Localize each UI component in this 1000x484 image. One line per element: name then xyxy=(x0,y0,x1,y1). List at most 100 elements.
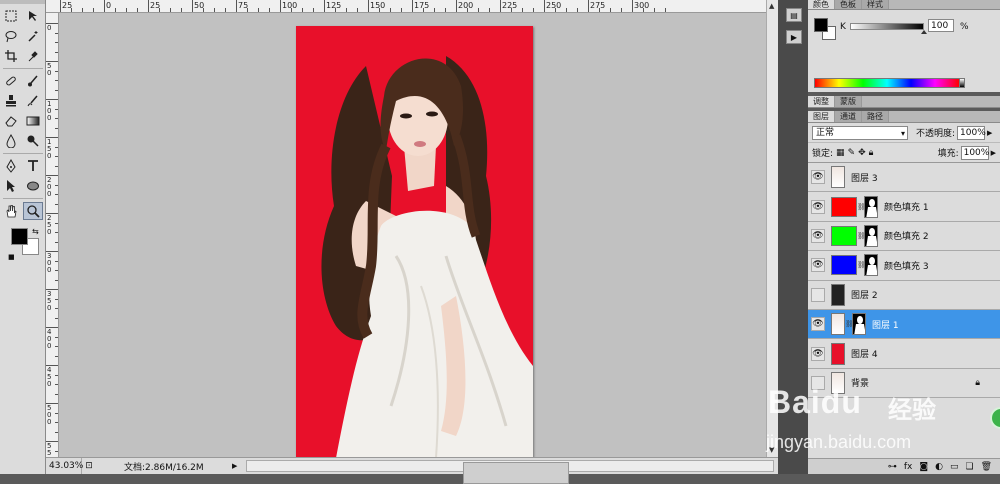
document-canvas-area[interactable] xyxy=(59,13,766,458)
fill-input[interactable]: 100% xyxy=(960,145,989,160)
visibility-eye-icon[interactable]: 👁︎ xyxy=(811,228,825,243)
zoom-preview-icon[interactable]: ⊡ xyxy=(82,461,96,471)
ruler-minor-tick xyxy=(55,108,58,110)
layer-row[interactable]: 👁︎ 图层 3 xyxy=(808,163,1000,193)
eraser-tool-icon[interactable] xyxy=(1,112,21,130)
opacity-input[interactable]: 100% xyxy=(957,125,986,140)
mask-link-icon[interactable]: ⛓︎ xyxy=(845,320,854,328)
k-value-input[interactable]: 100 xyxy=(928,19,954,32)
status-menu-arrow-icon[interactable]: ▶ xyxy=(232,462,242,470)
document-image[interactable] xyxy=(296,26,533,458)
clone-stamp-tool-icon[interactable] xyxy=(1,92,21,110)
dodge-tool-icon[interactable] xyxy=(23,132,43,150)
ruler-minor-tick xyxy=(71,8,72,12)
ruler-minor-tick xyxy=(610,8,611,12)
tab-styles[interactable]: 样式 xyxy=(862,0,889,9)
healing-brush-tool-icon[interactable] xyxy=(1,72,21,90)
crop-tool-icon[interactable] xyxy=(1,47,21,65)
tab-swatches[interactable]: 色板 xyxy=(835,0,862,9)
link-layers-icon[interactable]: ⊶ xyxy=(888,462,897,472)
ruler-minor-tick xyxy=(203,8,204,12)
layer-row[interactable]: 👁︎ ⛓︎ 图层 1 xyxy=(808,309,1000,340)
visibility-eye-icon[interactable] xyxy=(811,375,825,390)
lock-all-icon[interactable]: 🔒︎ xyxy=(869,148,874,158)
layer-style-icon[interactable]: fx xyxy=(904,462,913,472)
blend-mode-select[interactable]: 正常 xyxy=(812,125,908,140)
visibility-eye-icon[interactable]: 👁︎ xyxy=(811,199,825,214)
layer-mask-thumbnail[interactable] xyxy=(864,195,878,218)
horizontal-scroll-thumb[interactable] xyxy=(463,462,569,484)
lock-position-icon[interactable]: ✥ xyxy=(858,148,866,158)
history-brush-tool-icon[interactable] xyxy=(23,92,43,110)
marquee-tool-icon[interactable] xyxy=(1,7,21,25)
visibility-eye-icon[interactable]: 👁︎ xyxy=(811,170,825,185)
ruler-minor-tick xyxy=(55,203,58,205)
document-size-info[interactable]: 文档:2.86M/16.2M xyxy=(124,460,232,473)
path-selection-tool-icon[interactable] xyxy=(1,177,21,195)
new-group-icon[interactable]: ▭ xyxy=(950,462,959,472)
k-slider-thumb[interactable] xyxy=(921,30,927,34)
layer-row[interactable]: 👁︎ ⛓︎ 颜色填充 1 xyxy=(808,192,1000,222)
fill-arrow-icon[interactable]: ▶ xyxy=(991,149,996,157)
visibility-eye-icon[interactable]: 👁︎ xyxy=(811,346,825,361)
mask-link-icon[interactable]: ⛓︎ xyxy=(857,261,866,269)
visibility-eye-icon[interactable] xyxy=(811,287,825,302)
layer-row[interactable]: 👁︎ ⛓︎ 颜色填充 2 xyxy=(808,221,1000,252)
zoom-level[interactable]: 43.03% xyxy=(46,458,83,474)
add-mask-icon[interactable]: ◙ xyxy=(919,462,928,472)
new-layer-icon[interactable]: ❏ xyxy=(965,462,973,472)
lasso-tool-icon[interactable] xyxy=(1,27,21,45)
mask-link-icon[interactable]: ⛓︎ xyxy=(857,203,866,211)
swap-colors-icon[interactable]: ⇆ xyxy=(32,227,39,236)
tab-color[interactable]: 颜色 xyxy=(808,0,835,9)
k-channel-slider[interactable] xyxy=(850,23,924,30)
horizontal-scrollbar[interactable] xyxy=(246,460,774,484)
visibility-eye-icon[interactable]: 👁︎ xyxy=(811,317,825,332)
lock-pixels-icon[interactable]: ✎ xyxy=(848,148,856,158)
delete-layer-icon[interactable]: 🗑︎ xyxy=(981,462,992,472)
blur-tool-icon[interactable] xyxy=(1,132,21,150)
gradient-tool-icon[interactable] xyxy=(23,112,43,130)
ruler-minor-tick xyxy=(291,8,292,12)
tab-masks[interactable]: 蒙版 xyxy=(835,96,862,107)
black-white-ramp[interactable] xyxy=(959,78,965,88)
layer-row[interactable]: 👁︎ 图层 4 xyxy=(808,339,1000,369)
tab-paths[interactable]: 路径 xyxy=(862,111,889,122)
magic-wand-tool-icon[interactable] xyxy=(23,27,43,45)
foreground-color-swatch[interactable] xyxy=(11,228,28,245)
brush-tool-icon[interactable] xyxy=(23,72,43,90)
layer-mask-thumbnail[interactable] xyxy=(864,254,878,277)
layer-mask-thumbnail[interactable] xyxy=(852,313,866,336)
ruler-minor-tick xyxy=(55,346,58,347)
tab-adjustments[interactable]: 调整 xyxy=(808,96,835,107)
zoom-tool-icon[interactable] xyxy=(23,202,43,220)
panel-foreground-swatch[interactable] xyxy=(814,18,828,32)
scroll-up-arrow-icon[interactable]: ▲ xyxy=(769,2,774,10)
adjustment-layer-icon[interactable]: ◐ xyxy=(935,462,943,472)
mask-link-icon[interactable]: ⛓︎ xyxy=(857,232,866,240)
default-colors-icon[interactable]: ■ xyxy=(8,253,15,261)
ellipse-shape-tool-icon[interactable] xyxy=(23,177,43,195)
layer-row[interactable]: 背景 🔒︎ xyxy=(808,368,1000,399)
layer-mask-thumbnail[interactable] xyxy=(864,224,878,247)
vertical-scrollbar[interactable]: ▲ ▼ xyxy=(766,0,778,457)
move-tool-icon[interactable] xyxy=(23,7,43,25)
layer-row[interactable]: 👁︎ ⛓︎ 颜色填充 3 xyxy=(808,251,1000,281)
visibility-eye-icon[interactable]: 👁︎ xyxy=(811,258,825,273)
ruler-minor-tick xyxy=(55,241,58,243)
layer-row[interactable]: 图层 2 xyxy=(808,280,1000,310)
eyedropper-tool-icon[interactable] xyxy=(23,47,43,65)
actions-panel-icon[interactable]: ▶ xyxy=(786,30,802,44)
pen-tool-icon[interactable] xyxy=(1,157,21,175)
color-spectrum-bar[interactable] xyxy=(814,78,960,88)
lock-transparent-icon[interactable]: ▦ xyxy=(836,148,845,158)
opacity-arrow-icon[interactable]: ▶ xyxy=(987,129,992,137)
ruler-minor-tick xyxy=(434,8,435,12)
tab-layers[interactable]: 图层 xyxy=(808,111,835,122)
type-tool-icon[interactable] xyxy=(23,157,43,175)
hand-tool-icon[interactable] xyxy=(1,202,21,220)
scroll-down-arrow-icon[interactable]: ▼ xyxy=(769,446,774,454)
tab-channels[interactable]: 通道 xyxy=(835,111,862,122)
ruler-minor-tick xyxy=(55,298,58,300)
history-panel-icon[interactable]: ▤ xyxy=(786,8,802,22)
